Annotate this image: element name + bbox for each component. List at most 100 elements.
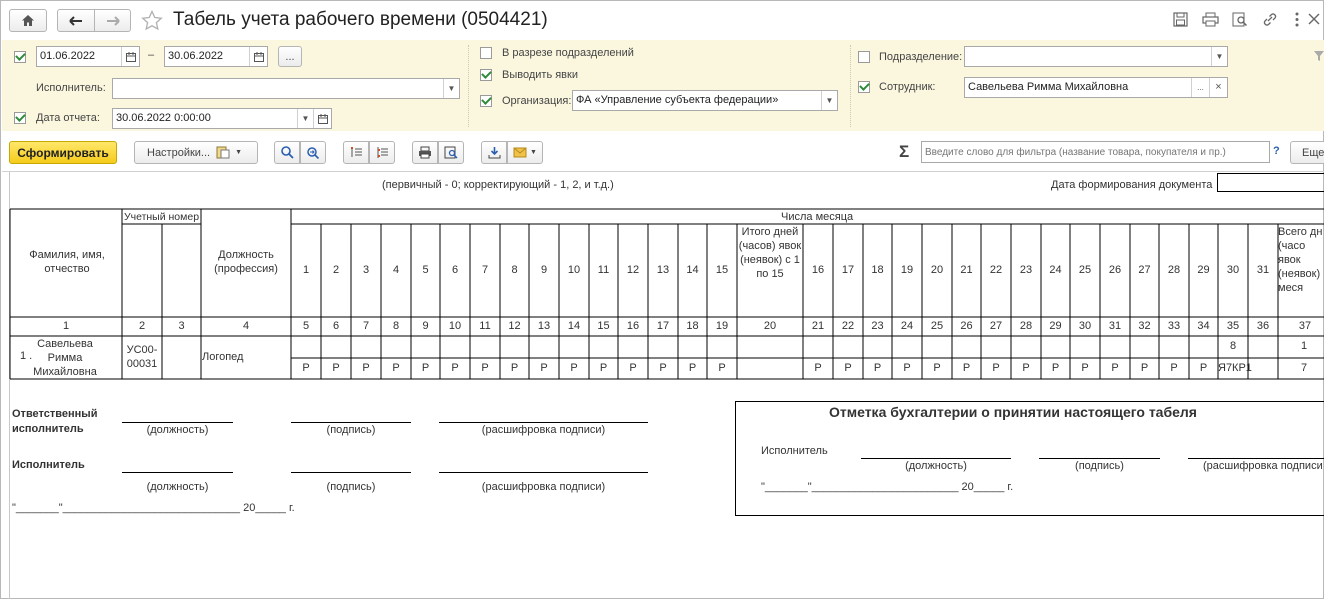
back-button[interactable]	[57, 9, 95, 32]
attendance-mark: Р	[599, 362, 608, 374]
employee-clear-button[interactable]: ×	[1209, 78, 1227, 97]
by-division-label: В разрезе подразделений	[502, 47, 634, 59]
preview-icon[interactable]	[1232, 12, 1248, 27]
show-attendance-label: Выводить явки	[502, 69, 578, 81]
chevron-down-icon[interactable]: ▼	[1211, 47, 1227, 66]
search-next-button[interactable]	[300, 141, 326, 164]
day-header-28: 28	[1167, 264, 1181, 276]
close-icon[interactable]	[1308, 13, 1320, 25]
column-number-19: 19	[715, 320, 729, 332]
sum-icon[interactable]: Σ	[899, 142, 909, 162]
date-to-field[interactable]: 30.06.2022	[164, 46, 268, 67]
filter-funnel-icon[interactable]	[1314, 51, 1324, 61]
organization-field[interactable]: ФА «Управление субъекта федерации» ▼	[572, 90, 838, 111]
save-icon[interactable]	[1173, 12, 1188, 27]
attendance-mark: Р	[659, 362, 667, 374]
day-header-29: 29	[1197, 264, 1210, 276]
column-number-15: 15	[597, 320, 610, 332]
decode-caption: (расшифровка подписи)	[481, 481, 606, 493]
executor-field[interactable]: ▼	[112, 78, 460, 99]
sig-line	[122, 422, 233, 423]
date-from-value: 01.06.2022	[40, 50, 96, 62]
home-button[interactable]	[9, 9, 47, 32]
save-button[interactable]	[481, 141, 507, 164]
chevron-down-icon: ▼	[530, 149, 537, 156]
column-number-28: 28	[1019, 320, 1033, 332]
by-division-checkbox[interactable]	[480, 47, 492, 59]
search-button[interactable]	[274, 141, 300, 164]
day-header-4: 4	[392, 264, 400, 276]
attendance-mark: Р	[1022, 362, 1030, 374]
sig-line	[439, 422, 648, 423]
signature-caption: (подпись)	[1075, 460, 1124, 472]
arrow-right-icon	[106, 15, 120, 26]
day-header-3: 3	[362, 264, 370, 276]
timesheet-grid	[9, 208, 1324, 380]
forward-button[interactable]	[94, 9, 131, 32]
attendance-mark: Р	[629, 362, 637, 374]
column-number-22: 22	[841, 320, 855, 332]
employee-checkbox[interactable]	[858, 81, 870, 93]
envelope-icon	[513, 147, 527, 158]
generate-button[interactable]: Сформировать	[9, 141, 117, 164]
settings-button[interactable]: Настройки... ▼	[134, 141, 258, 164]
column-number-1: 1	[62, 320, 70, 332]
group-collapse-button[interactable]	[369, 141, 395, 164]
period-select-button[interactable]: ...	[278, 46, 302, 67]
chevron-down-icon[interactable]: ▼	[821, 91, 837, 110]
employee-label: Сотрудник:	[879, 81, 936, 93]
calendar-icon[interactable]	[121, 47, 139, 66]
more-vertical-icon[interactable]	[1294, 11, 1300, 28]
favorite-star-icon[interactable]	[141, 10, 163, 31]
search-filter-input[interactable]	[921, 141, 1270, 163]
column-number-27: 27	[989, 320, 1003, 332]
day-header-15: 15	[715, 264, 729, 276]
column-number-8: 8	[392, 320, 400, 332]
list-collapse-icon	[377, 147, 388, 158]
sig-line	[439, 472, 648, 473]
report-date-field[interactable]: 30.06.2022 0:00:00 ▼	[112, 108, 332, 129]
division-label: Подразделение:	[879, 51, 963, 63]
email-button[interactable]: ▼	[507, 141, 543, 164]
division-checkbox[interactable]	[858, 51, 870, 63]
attendance-mark: Р	[1170, 362, 1178, 374]
executor-label: Исполнитель:	[36, 82, 106, 94]
list-expand-icon	[350, 147, 362, 157]
print-icon[interactable]	[1202, 12, 1219, 27]
date-from-field[interactable]: 01.06.2022	[36, 46, 140, 67]
period-checkbox[interactable]	[14, 51, 26, 63]
more-button[interactable]: Еще	[1290, 141, 1324, 164]
employee-position: Логопед	[202, 351, 244, 363]
column-number-34: 34	[1197, 320, 1210, 332]
link-icon[interactable]	[1262, 12, 1278, 27]
chevron-down-icon[interactable]: ▼	[443, 79, 459, 98]
print-button[interactable]	[412, 141, 438, 164]
help-button[interactable]: ?	[1273, 145, 1280, 157]
day-header-25: 25	[1078, 264, 1092, 276]
show-attendance-checkbox[interactable]	[480, 69, 492, 81]
organization-checkbox[interactable]	[480, 95, 492, 107]
column-number-32: 32	[1138, 320, 1151, 332]
day-header-17: 17	[841, 264, 855, 276]
attendance-mark: Р	[481, 362, 489, 374]
header-month-days: Числа месяца	[781, 211, 854, 223]
date-dash: –	[148, 49, 155, 61]
day-header-27: 27	[1138, 264, 1151, 276]
employee-select-button[interactable]: ...	[1191, 78, 1209, 97]
calendar-icon[interactable]	[249, 47, 267, 66]
sig-line	[122, 472, 233, 473]
report-date-checkbox[interactable]	[14, 112, 26, 124]
calendar-icon[interactable]	[313, 109, 331, 128]
accounting-title: Отметка бухгалтерии о принятии настоящег…	[829, 404, 1197, 420]
division-field[interactable]: ▼	[964, 46, 1228, 67]
day30-hours: 8	[1229, 340, 1237, 352]
chevron-down-icon[interactable]: ▼	[297, 109, 313, 128]
day-header-7: 7	[481, 264, 489, 276]
total-days: 1	[1300, 340, 1308, 352]
column-number-18: 18	[686, 320, 699, 332]
preview-button[interactable]	[438, 141, 464, 164]
group-expand-button[interactable]	[343, 141, 369, 164]
employee-field[interactable]: Савельева Римма Михайловна ... ×	[964, 77, 1228, 98]
day-header-11: 11	[597, 264, 610, 276]
responsible-executor-label: Ответственный исполнитель	[12, 408, 98, 435]
